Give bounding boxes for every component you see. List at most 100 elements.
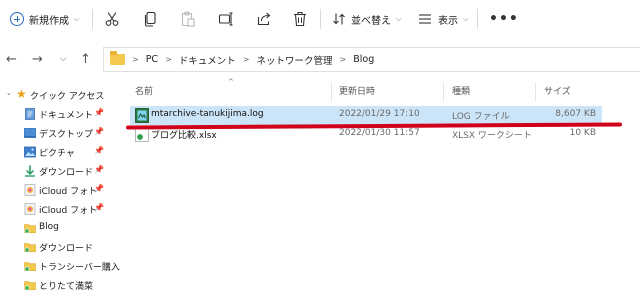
chevron-down-icon: ⌄	[6, 89, 12, 97]
new-button[interactable]: 新規作成 ⌵	[10, 0, 79, 38]
icloud-icon	[24, 203, 36, 215]
sidebar-item-blog[interactable]: Blog	[0, 219, 112, 238]
new-label: 新規作成	[29, 15, 69, 27]
breadcrumb-network[interactable]: ネットワーク管理	[257, 53, 333, 67]
sidebar-item-label: Blog	[39, 222, 59, 232]
folder-icon	[110, 51, 125, 65]
sidebar-item-desktop[interactable]: デスクトップ 📌	[0, 124, 112, 143]
file-name: mtarchive-tanukijima.log	[151, 109, 264, 119]
more-options-button[interactable]: •••	[489, 0, 519, 38]
toolbar-divider	[320, 9, 321, 29]
folder-icon	[24, 262, 36, 272]
plus-icon	[10, 12, 24, 26]
more-icon: •••	[489, 11, 519, 27]
view-list-icon	[419, 14, 431, 24]
pin-icon: 📌	[94, 203, 104, 212]
copy-icon[interactable]	[142, 11, 158, 27]
cut-icon[interactable]	[104, 11, 120, 27]
sidebar-item-icloud-photos-2[interactable]: iCloud フォト 📌	[0, 200, 112, 219]
sidebar-item-downloads[interactable]: ダウンロード 📌	[0, 162, 112, 181]
sidebar-item-label: とりたて満菜	[39, 282, 94, 292]
sidebar-item-label: デスクトップ	[39, 130, 94, 140]
sidebar-item-label: クイック アクセス	[30, 92, 105, 102]
icloud-icon	[24, 184, 36, 196]
breadcrumb-chevron-icon: >	[339, 55, 347, 64]
paste-icon[interactable]	[180, 11, 196, 27]
up-button[interactable]: ↑	[80, 48, 91, 70]
column-header-size[interactable]: サイズ	[544, 84, 571, 100]
address-bar[interactable]: > PC > ドキュメント > ネットワーク管理 > Blog	[103, 47, 640, 72]
file-type: LOG ファイル	[452, 112, 510, 122]
download-icon	[25, 165, 35, 177]
navigation-pane: ⌄ ★ クイック アクセス ドキュメント 📌 デスクトップ 📌 ピクチャ 📌 ダ…	[0, 86, 120, 293]
toolbar-divider	[92, 9, 93, 29]
share-icon[interactable]	[256, 11, 272, 27]
breadcrumb-chevron-icon: >	[132, 55, 139, 64]
sort-button[interactable]: 並べ替え ⌵	[332, 0, 401, 38]
sidebar-item-icloud-photos[interactable]: iCloud フォト 📌	[0, 181, 112, 200]
pin-icon: 📌	[94, 127, 104, 136]
sidebar-item-pictures[interactable]: ピクチャ 📌	[0, 143, 112, 162]
pin-icon: 📌	[94, 184, 104, 193]
forward-button[interactable]: →	[32, 48, 43, 70]
folder-icon	[24, 224, 36, 234]
file-date: 2022/01/29 17:10	[339, 109, 420, 119]
sidebar-item-quick-access[interactable]: ⌄ ★ クイック アクセス	[0, 86, 112, 105]
pictures-icon	[24, 146, 36, 158]
arrow-left-icon: ←	[6, 51, 17, 67]
sidebar-item-label: ドキュメント	[39, 111, 94, 121]
view-label: 表示	[438, 15, 458, 27]
sidebar-item-label: ピクチャ	[39, 149, 75, 159]
sidebar-item-toritate[interactable]: とりたて満菜	[0, 276, 112, 293]
sidebar-item-label: iCloud フォト	[39, 187, 98, 197]
recent-locations-button[interactable]: ⌵	[60, 48, 67, 70]
file-date: 2022/01/30 11:57	[339, 128, 420, 138]
toolbar-divider	[477, 9, 478, 29]
chevron-down-icon: ⌵	[74, 14, 80, 23]
breadcrumb-chevron-icon: >	[165, 55, 172, 64]
sort-label: 並べ替え	[351, 15, 391, 27]
breadcrumb-documents[interactable]: ドキュメント	[179, 53, 236, 67]
view-button[interactable]: 表示 ⌵	[418, 0, 468, 38]
back-button[interactable]: ←	[6, 48, 17, 70]
column-header-type[interactable]: 種類	[452, 84, 470, 100]
delete-icon[interactable]	[292, 11, 308, 27]
arrow-right-icon: →	[32, 51, 43, 67]
star-icon: ★	[16, 87, 27, 101]
sidebar-item-downloads-folder[interactable]: ダウンロード	[0, 238, 112, 257]
documents-icon	[25, 108, 35, 120]
sidebar-item-label: iCloud フォト	[39, 206, 98, 216]
file-size: 8,607 KB	[555, 109, 596, 119]
chevron-down-icon: ⌵	[463, 14, 469, 23]
folder-icon	[24, 243, 36, 253]
column-divider	[535, 82, 536, 102]
column-header-date[interactable]: 更新日時	[339, 84, 375, 100]
chevron-down-icon: ⌵	[396, 14, 402, 23]
file-name: ブログ比較.xlsx	[151, 131, 217, 141]
sidebar-item-label: ダウンロード	[39, 168, 94, 178]
folder-icon	[24, 281, 36, 291]
sort-ascending-icon: ^	[228, 78, 234, 86]
desktop-icon	[24, 128, 36, 138]
file-size: 10 KB	[569, 128, 596, 138]
breadcrumb-pc[interactable]: PC	[146, 54, 158, 65]
file-type: XLSX ワークシート	[452, 131, 532, 141]
column-header-name[interactable]: 名前	[135, 84, 153, 100]
command-bar: 新規作成 ⌵ 並べ替え ⌵ 表示 ⌵ •••	[0, 0, 640, 38]
breadcrumb-chevron-icon: >	[242, 55, 250, 64]
column-divider	[331, 82, 332, 102]
breadcrumb-blog[interactable]: Blog	[353, 54, 374, 65]
chevron-down-icon: ⌵	[60, 54, 67, 64]
sidebar-item-label: トランシーバー購入	[39, 263, 120, 273]
sidebar-item-transceiver[interactable]: トランシーバー購入	[0, 257, 120, 276]
pin-icon: 📌	[94, 165, 104, 174]
rename-icon[interactable]	[218, 11, 234, 27]
sidebar-item-label: ダウンロード	[39, 244, 94, 254]
sort-icon	[333, 13, 345, 25]
log-file-icon	[135, 108, 149, 123]
sidebar-item-documents[interactable]: ドキュメント 📌	[0, 105, 112, 124]
arrow-up-icon: ↑	[80, 51, 91, 67]
column-divider	[443, 82, 444, 102]
pin-icon: 📌	[94, 146, 104, 155]
pin-icon: 📌	[94, 108, 104, 117]
